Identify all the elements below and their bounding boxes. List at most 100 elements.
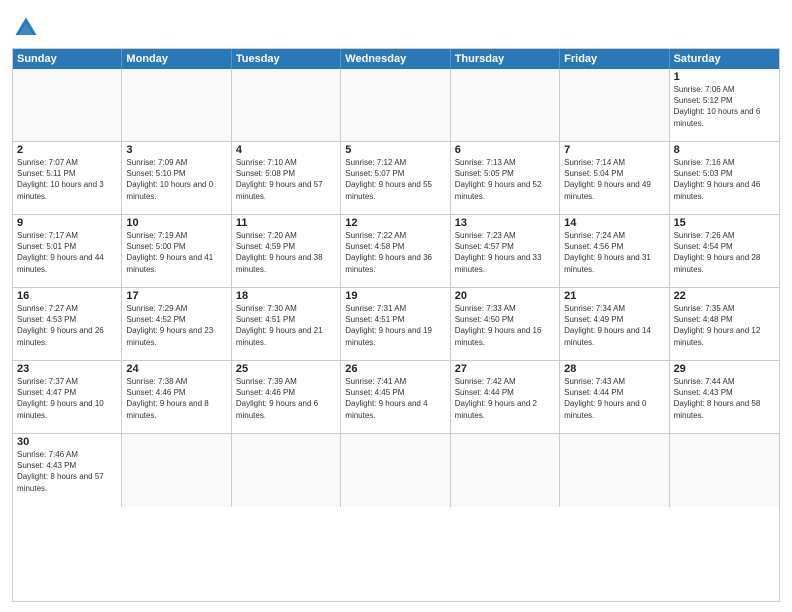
day-number: 4 — [236, 144, 336, 156]
day-number: 20 — [455, 290, 555, 302]
calendar-cell: 20Sunrise: 7:33 AM Sunset: 4:50 PM Dayli… — [451, 288, 560, 360]
calendar-cell: 2Sunrise: 7:07 AM Sunset: 5:11 PM Daylig… — [13, 142, 122, 214]
header — [12, 10, 780, 42]
logo — [12, 14, 44, 42]
day-number: 23 — [17, 363, 117, 375]
calendar-cell: 1Sunrise: 7:06 AM Sunset: 5:12 PM Daylig… — [670, 69, 779, 141]
weekday-header: Wednesday — [341, 49, 450, 69]
calendar-cell — [560, 69, 669, 141]
day-info: Sunrise: 7:10 AM Sunset: 5:08 PM Dayligh… — [236, 157, 336, 202]
calendar-cell: 28Sunrise: 7:43 AM Sunset: 4:44 PM Dayli… — [560, 361, 669, 433]
day-number: 2 — [17, 144, 117, 156]
calendar-cell: 11Sunrise: 7:20 AM Sunset: 4:59 PM Dayli… — [232, 215, 341, 287]
day-number: 6 — [455, 144, 555, 156]
calendar-row: 2Sunrise: 7:07 AM Sunset: 5:11 PM Daylig… — [13, 142, 779, 215]
weekday-header: Friday — [560, 49, 669, 69]
day-number: 7 — [564, 144, 664, 156]
day-info: Sunrise: 7:22 AM Sunset: 4:58 PM Dayligh… — [345, 230, 445, 275]
day-info: Sunrise: 7:33 AM Sunset: 4:50 PM Dayligh… — [455, 303, 555, 348]
day-info: Sunrise: 7:35 AM Sunset: 4:48 PM Dayligh… — [674, 303, 775, 348]
day-number: 8 — [674, 144, 775, 156]
calendar-row: 9Sunrise: 7:17 AM Sunset: 5:01 PM Daylig… — [13, 215, 779, 288]
day-number: 16 — [17, 290, 117, 302]
day-number: 12 — [345, 217, 445, 229]
day-number: 17 — [126, 290, 226, 302]
calendar-cell: 8Sunrise: 7:16 AM Sunset: 5:03 PM Daylig… — [670, 142, 779, 214]
day-number: 1 — [674, 71, 775, 83]
calendar-cell — [13, 69, 122, 141]
day-info: Sunrise: 7:34 AM Sunset: 4:49 PM Dayligh… — [564, 303, 664, 348]
calendar-cell — [560, 434, 669, 507]
calendar-cell: 17Sunrise: 7:29 AM Sunset: 4:52 PM Dayli… — [122, 288, 231, 360]
day-number: 13 — [455, 217, 555, 229]
day-number: 14 — [564, 217, 664, 229]
calendar-cell — [341, 434, 450, 507]
logo-icon — [12, 14, 40, 42]
calendar-row: 16Sunrise: 7:27 AM Sunset: 4:53 PM Dayli… — [13, 288, 779, 361]
calendar-cell — [232, 69, 341, 141]
calendar-cell — [122, 69, 231, 141]
calendar-cell: 23Sunrise: 7:37 AM Sunset: 4:47 PM Dayli… — [13, 361, 122, 433]
day-info: Sunrise: 7:43 AM Sunset: 4:44 PM Dayligh… — [564, 376, 664, 421]
day-info: Sunrise: 7:31 AM Sunset: 4:51 PM Dayligh… — [345, 303, 445, 348]
day-info: Sunrise: 7:41 AM Sunset: 4:45 PM Dayligh… — [345, 376, 445, 421]
day-number: 5 — [345, 144, 445, 156]
calendar-cell: 16Sunrise: 7:27 AM Sunset: 4:53 PM Dayli… — [13, 288, 122, 360]
day-info: Sunrise: 7:24 AM Sunset: 4:56 PM Dayligh… — [564, 230, 664, 275]
calendar-cell: 14Sunrise: 7:24 AM Sunset: 4:56 PM Dayli… — [560, 215, 669, 287]
calendar: SundayMondayTuesdayWednesdayThursdayFrid… — [12, 48, 780, 602]
calendar-cell: 25Sunrise: 7:39 AM Sunset: 4:46 PM Dayli… — [232, 361, 341, 433]
day-number: 15 — [674, 217, 775, 229]
day-info: Sunrise: 7:26 AM Sunset: 4:54 PM Dayligh… — [674, 230, 775, 275]
day-info: Sunrise: 7:39 AM Sunset: 4:46 PM Dayligh… — [236, 376, 336, 421]
calendar-cell: 7Sunrise: 7:14 AM Sunset: 5:04 PM Daylig… — [560, 142, 669, 214]
day-number: 26 — [345, 363, 445, 375]
day-number: 10 — [126, 217, 226, 229]
day-number: 30 — [17, 436, 117, 448]
calendar-cell — [670, 434, 779, 507]
day-info: Sunrise: 7:16 AM Sunset: 5:03 PM Dayligh… — [674, 157, 775, 202]
calendar-cell: 15Sunrise: 7:26 AM Sunset: 4:54 PM Dayli… — [670, 215, 779, 287]
calendar-cell — [122, 434, 231, 507]
calendar-cell: 6Sunrise: 7:13 AM Sunset: 5:05 PM Daylig… — [451, 142, 560, 214]
weekday-header: Thursday — [451, 49, 560, 69]
calendar-cell: 10Sunrise: 7:19 AM Sunset: 5:00 PM Dayli… — [122, 215, 231, 287]
day-number: 21 — [564, 290, 664, 302]
calendar-cell — [451, 69, 560, 141]
calendar-cell: 12Sunrise: 7:22 AM Sunset: 4:58 PM Dayli… — [341, 215, 450, 287]
day-info: Sunrise: 7:13 AM Sunset: 5:05 PM Dayligh… — [455, 157, 555, 202]
calendar-cell: 19Sunrise: 7:31 AM Sunset: 4:51 PM Dayli… — [341, 288, 450, 360]
calendar-cell: 30Sunrise: 7:46 AM Sunset: 4:43 PM Dayli… — [13, 434, 122, 507]
day-info: Sunrise: 7:42 AM Sunset: 4:44 PM Dayligh… — [455, 376, 555, 421]
calendar-cell: 5Sunrise: 7:12 AM Sunset: 5:07 PM Daylig… — [341, 142, 450, 214]
calendar-cell — [341, 69, 450, 141]
day-info: Sunrise: 7:29 AM Sunset: 4:52 PM Dayligh… — [126, 303, 226, 348]
day-info: Sunrise: 7:44 AM Sunset: 4:43 PM Dayligh… — [674, 376, 775, 421]
day-number: 19 — [345, 290, 445, 302]
calendar-row: 1Sunrise: 7:06 AM Sunset: 5:12 PM Daylig… — [13, 69, 779, 142]
day-number: 9 — [17, 217, 117, 229]
day-info: Sunrise: 7:46 AM Sunset: 4:43 PM Dayligh… — [17, 449, 117, 494]
day-info: Sunrise: 7:12 AM Sunset: 5:07 PM Dayligh… — [345, 157, 445, 202]
day-info: Sunrise: 7:38 AM Sunset: 4:46 PM Dayligh… — [126, 376, 226, 421]
calendar-row: 30Sunrise: 7:46 AM Sunset: 4:43 PM Dayli… — [13, 434, 779, 507]
weekday-header: Monday — [122, 49, 231, 69]
day-number: 11 — [236, 217, 336, 229]
calendar-cell: 18Sunrise: 7:30 AM Sunset: 4:51 PM Dayli… — [232, 288, 341, 360]
day-number: 22 — [674, 290, 775, 302]
day-info: Sunrise: 7:27 AM Sunset: 4:53 PM Dayligh… — [17, 303, 117, 348]
day-number: 29 — [674, 363, 775, 375]
day-number: 24 — [126, 363, 226, 375]
day-info: Sunrise: 7:19 AM Sunset: 5:00 PM Dayligh… — [126, 230, 226, 275]
day-info: Sunrise: 7:14 AM Sunset: 5:04 PM Dayligh… — [564, 157, 664, 202]
calendar-body: 1Sunrise: 7:06 AM Sunset: 5:12 PM Daylig… — [13, 69, 779, 507]
day-info: Sunrise: 7:07 AM Sunset: 5:11 PM Dayligh… — [17, 157, 117, 202]
calendar-cell: 26Sunrise: 7:41 AM Sunset: 4:45 PM Dayli… — [341, 361, 450, 433]
calendar-cell: 22Sunrise: 7:35 AM Sunset: 4:48 PM Dayli… — [670, 288, 779, 360]
calendar-cell: 9Sunrise: 7:17 AM Sunset: 5:01 PM Daylig… — [13, 215, 122, 287]
day-info: Sunrise: 7:23 AM Sunset: 4:57 PM Dayligh… — [455, 230, 555, 275]
day-number: 27 — [455, 363, 555, 375]
weekday-header: Sunday — [13, 49, 122, 69]
calendar-cell: 27Sunrise: 7:42 AM Sunset: 4:44 PM Dayli… — [451, 361, 560, 433]
calendar-cell — [232, 434, 341, 507]
